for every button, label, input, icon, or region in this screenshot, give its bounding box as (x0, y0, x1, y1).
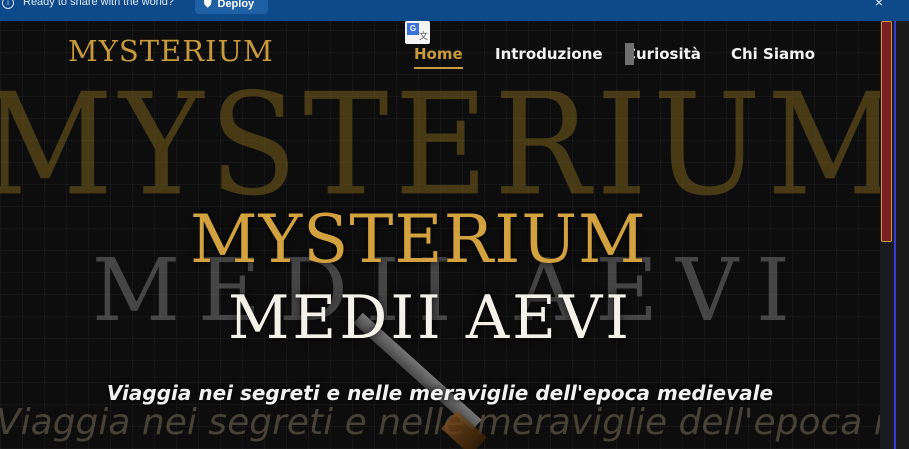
hero-title-2: MEDII AEVI (228, 283, 632, 353)
nav-introduzione[interactable]: Introduzione (495, 45, 603, 63)
close-icon[interactable]: × (875, 0, 883, 10)
deploy-button[interactable]: ⛊ Deploy (195, 0, 268, 14)
nav-home[interactable]: Home (414, 45, 463, 69)
deploy-label: Deploy (217, 0, 255, 10)
hero-title-1: MYSTERIUM (190, 201, 647, 278)
background-subtitle: Viaggia nei segreti e nelle meraviglie d… (0, 402, 880, 443)
deploy-icon: ⛊ (204, 0, 212, 10)
window-edge (894, 21, 909, 449)
hero-subtitle: Viaggia nei segreti e nelle meraviglie d… (106, 381, 774, 405)
google-translate-icon[interactable]: G 文 (405, 21, 430, 44)
deploy-banner: i Ready to share with the world? ⛊ Deplo… (0, 0, 909, 21)
scrollbar-thumb[interactable] (881, 21, 892, 242)
info-icon: i (2, 0, 14, 9)
nav-chi-siamo[interactable]: Chi Siamo (731, 45, 815, 63)
nav-curiosita[interactable]: Curiosità (625, 45, 701, 63)
banner-message: Ready to share with the world? (23, 0, 175, 8)
text-cursor (625, 43, 634, 65)
site-logo[interactable]: MYSTERIUM (68, 34, 274, 68)
website-viewport: MYSTERIUM MEDII AEVI Viaggia nei segreti… (0, 21, 880, 449)
